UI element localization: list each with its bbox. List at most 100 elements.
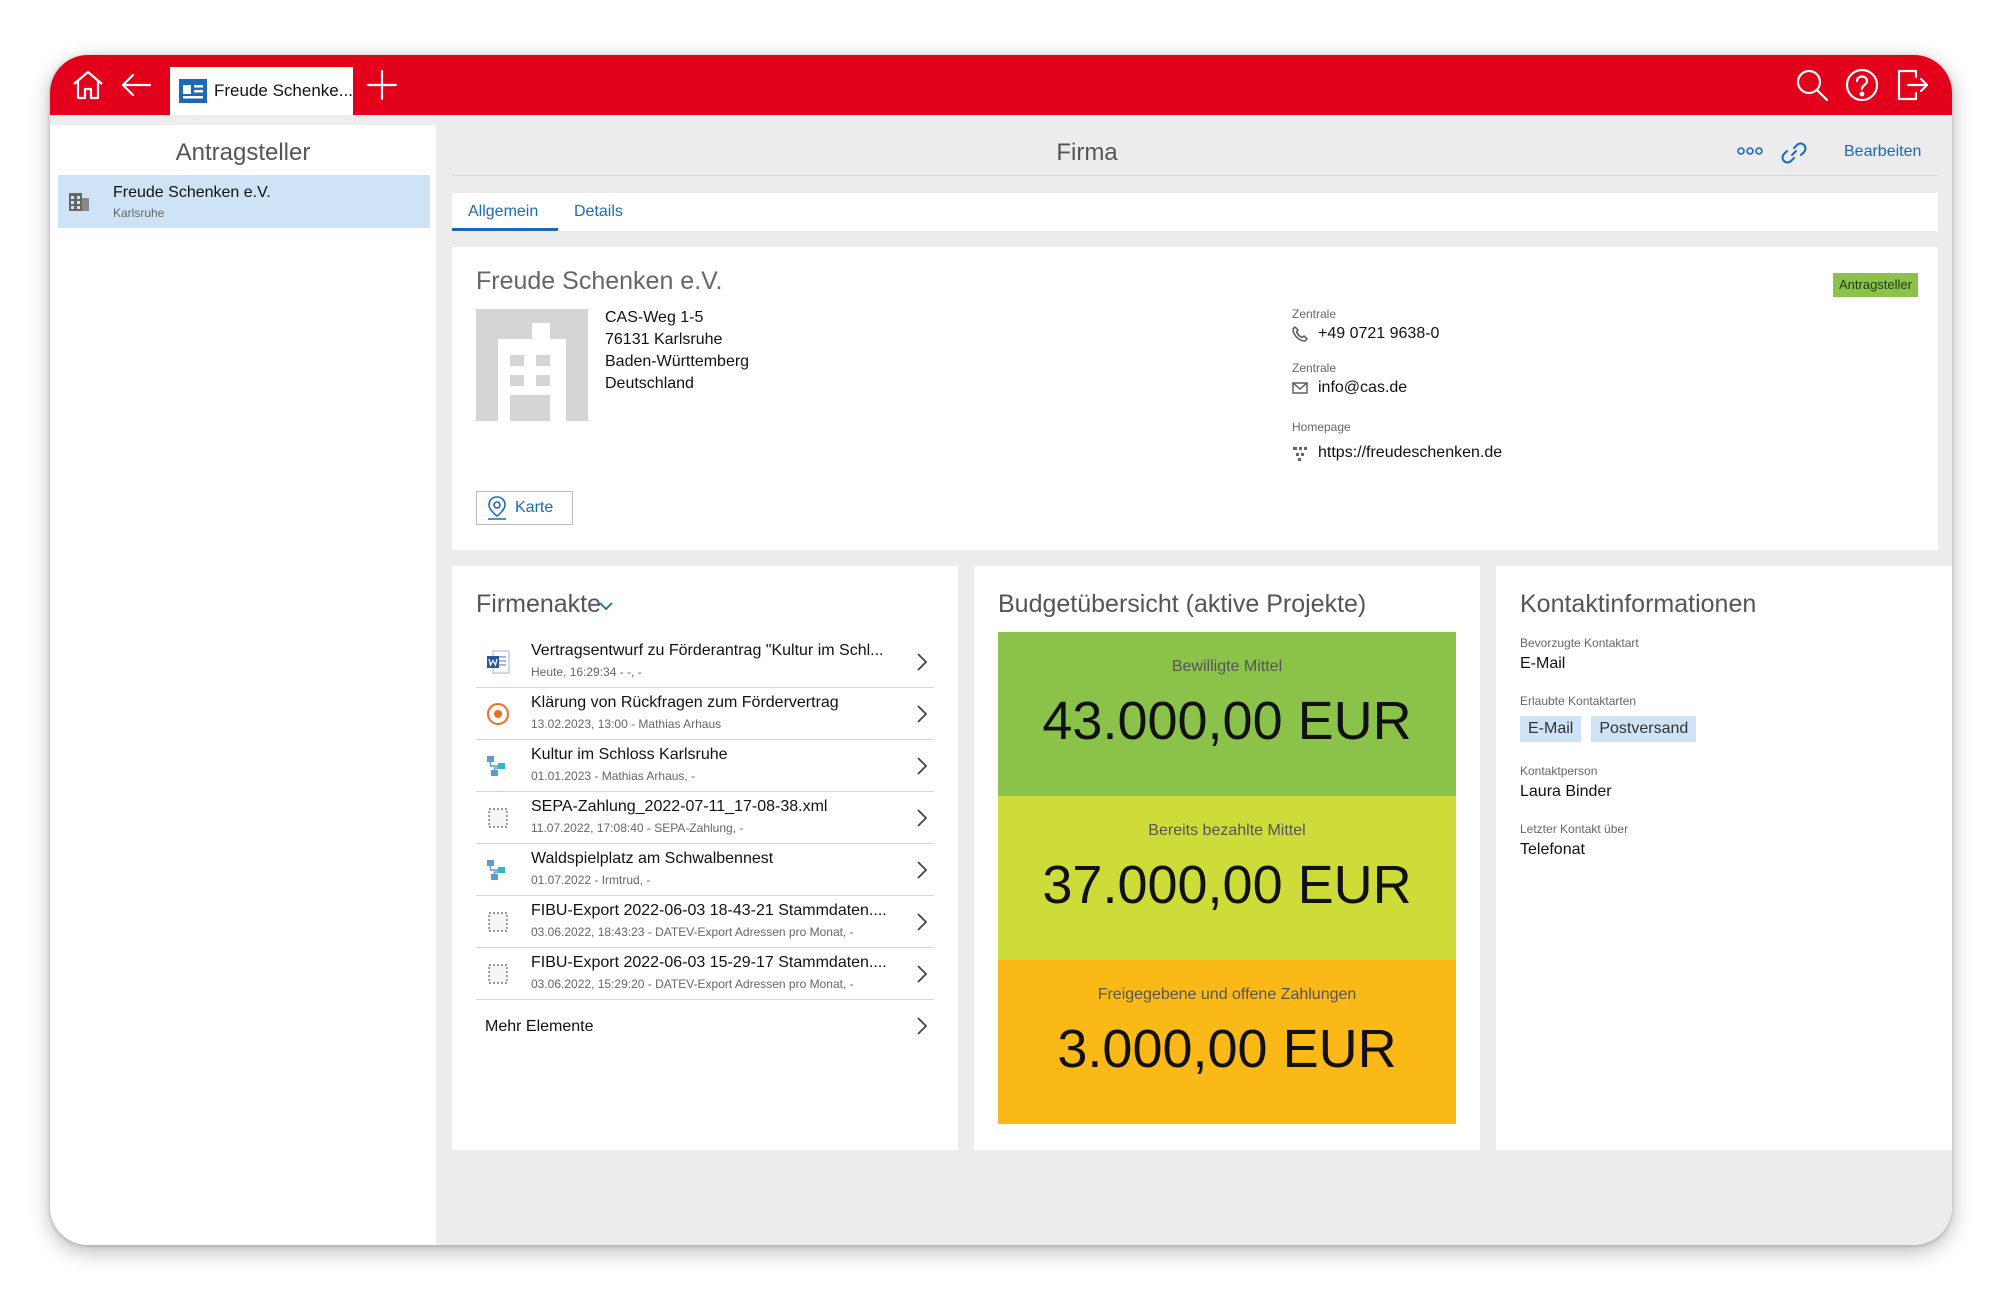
appointment-icon — [487, 703, 509, 725]
more-elements-label: Mehr Elemente — [485, 1018, 594, 1035]
contact-person-label: Kontaktperson — [1520, 764, 1598, 778]
budget-paid-tile[interactable]: Bereits bezahlte Mittel 37.000,00 EUR — [998, 796, 1456, 960]
preferred-contact-value: E-Mail — [1520, 655, 1566, 672]
applicant-list-item[interactable]: Freude Schenken e.V. Karlsruhe — [58, 175, 430, 228]
homepage-value[interactable]: https://freudeschenken.de — [1292, 444, 1502, 462]
list-item-title: SEPA-Zahlung_2022-07-11_17-08-38.xml — [531, 798, 828, 815]
building-placeholder-icon — [498, 323, 566, 421]
contact-info-title: Kontaktinformationen — [1520, 590, 1757, 618]
list-item[interactable]: FIBU-Export 2022-06-03 15-29-17 Stammdat… — [476, 948, 934, 1000]
chevron-right-icon — [917, 913, 928, 931]
firmenakte-card: Firmenakte Vertragsentwurf zu Förderantr… — [452, 566, 958, 1150]
budget-open-value: 3.000,00 EUR — [1057, 1019, 1397, 1079]
logout-icon[interactable] — [1894, 67, 1930, 103]
chip-postversand: Postversand — [1591, 716, 1697, 742]
contact-card-icon — [179, 79, 207, 103]
homepage-info: Homepage https://freudeschenken.de — [1292, 420, 1502, 462]
back-arrow-icon[interactable] — [118, 67, 154, 103]
list-item-subtitle: 11.07.2022, 17:08:40 - SEPA-Zahlung, - — [531, 821, 744, 835]
email-value[interactable]: info@cas.de — [1292, 379, 1407, 397]
mail-icon — [1292, 382, 1308, 394]
list-item-subtitle: 03.06.2022, 18:43:23 - DATEV-Export Adre… — [531, 925, 854, 939]
phone-icon — [1292, 326, 1308, 342]
header-divider — [452, 175, 1938, 176]
budget-open-tile[interactable]: Freigegebene und offene Zahlungen 3.000,… — [998, 960, 1456, 1124]
list-item-title: FIBU-Export 2022-06-03 15-29-17 Stammdat… — [531, 954, 887, 971]
budget-paid-value: 37.000,00 EUR — [1042, 855, 1412, 915]
page-title: Firma — [1056, 139, 1118, 166]
budget-paid-label: Bereits bezahlte Mittel — [1148, 822, 1306, 839]
company-address: CAS-Weg 1-5 76131 Karlsruhe Baden-Württe… — [605, 307, 749, 395]
tab-bar: Allgemein Details — [452, 193, 1938, 231]
list-item-title: Kultur im Schloss Karlsruhe — [531, 746, 728, 763]
list-item[interactable]: FIBU-Export 2022-06-03 18-43-21 Stammdat… — [476, 896, 934, 948]
word-document-icon — [487, 650, 510, 674]
map-button-label: Karte — [515, 499, 554, 516]
building-icon — [69, 193, 89, 211]
edit-button[interactable]: Bearbeiten — [1844, 143, 1921, 161]
more-options-icon[interactable] — [1736, 145, 1764, 157]
budget-title: Budgetübersicht (aktive Projekte) — [998, 590, 1367, 618]
chevron-right-icon — [917, 705, 928, 723]
list-item[interactable]: Kultur im Schloss Karlsruhe 01.01.2023 -… — [476, 740, 934, 792]
link-icon[interactable] — [1780, 139, 1808, 167]
active-tab-indicator — [452, 228, 558, 231]
applicant-city: Karlsruhe — [113, 206, 165, 220]
firmenakte-title[interactable]: Firmenakte — [476, 590, 601, 619]
list-item[interactable]: Vertragsentwurf zu Förderantrag "Kultur … — [476, 636, 934, 688]
chevron-down-icon[interactable] — [598, 600, 614, 612]
company-name: Freude Schenken e.V. — [476, 267, 723, 295]
top-bar: Freude Schenke... — [50, 55, 1952, 115]
list-item-title: Vertragsentwurf zu Förderantrag "Kultur … — [531, 642, 884, 659]
project-icon — [487, 756, 505, 776]
list-item-title: Klärung von Rückfragen zum Fördervertrag — [531, 694, 839, 711]
document-list: Vertragsentwurf zu Förderantrag "Kultur … — [476, 636, 934, 1054]
company-logo-placeholder — [476, 309, 588, 421]
more-elements-button[interactable]: Mehr Elemente — [476, 1000, 934, 1054]
phone-value[interactable]: +49 0721 9638-0 — [1292, 325, 1439, 343]
chip-email: E-Mail — [1520, 716, 1582, 742]
budget-approved-tile[interactable]: Bewilligte Mittel 43.000,00 EUR — [998, 632, 1456, 796]
tab-allgemein[interactable]: Allgemein — [468, 203, 538, 221]
allowed-contacts-label: Erlaubte Kontaktarten — [1520, 694, 1637, 708]
help-icon[interactable] — [1844, 67, 1880, 103]
map-pin-icon — [488, 496, 506, 520]
add-tab-icon[interactable] — [364, 67, 400, 103]
applicant-panel-title: Antragsteller — [175, 139, 311, 166]
list-item[interactable]: Waldspielplatz am Schwalbennest 01.07.20… — [476, 844, 934, 896]
list-item[interactable]: SEPA-Zahlung_2022-07-11_17-08-38.xml 11.… — [476, 792, 934, 844]
budget-approved-value: 43.000,00 EUR — [1042, 691, 1412, 751]
file-icon — [488, 912, 508, 932]
file-icon — [488, 964, 508, 984]
map-button[interactable]: Karte — [476, 491, 573, 525]
email-info: Zentrale info@cas.de — [1292, 361, 1407, 397]
home-icon[interactable] — [70, 67, 106, 103]
search-icon[interactable] — [1794, 67, 1830, 103]
email-label: Zentrale — [1292, 361, 1337, 375]
phone-number: +49 0721 9638-0 — [1318, 325, 1440, 342]
chevron-right-icon — [917, 861, 928, 879]
chevron-right-icon — [917, 809, 928, 827]
list-item-subtitle: 01.01.2023 - Mathias Arhaus, - — [531, 769, 696, 783]
email-address: info@cas.de — [1318, 379, 1408, 396]
chevron-right-icon — [917, 1017, 928, 1035]
budget-approved-label: Bewilligte Mittel — [1171, 658, 1283, 675]
list-item-subtitle: 13.02.2023, 13:00 - Mathias Arhaus — [531, 717, 722, 731]
role-badge: Antragsteller — [1833, 273, 1918, 297]
tab-details[interactable]: Details — [574, 203, 623, 221]
address-country: Deutschland — [605, 375, 694, 392]
chevron-right-icon — [917, 757, 928, 775]
project-icon — [487, 860, 505, 880]
contact-person-value[interactable]: Laura Binder — [1520, 783, 1612, 801]
chevron-right-icon — [917, 965, 928, 983]
list-item-subtitle: 03.06.2022, 15:29:20 - DATEV-Export Adre… — [531, 977, 854, 991]
web-icon — [1293, 447, 1307, 461]
list-item-subtitle: Heute, 16:29:34 - -, - — [531, 665, 642, 679]
list-item[interactable]: Klärung von Rückfragen zum Fördervertrag… — [476, 688, 934, 740]
app-window: Freude Schenke... Antragsteller Freude S… — [50, 55, 1952, 1245]
open-tab-company[interactable]: Freude Schenke... — [170, 67, 353, 115]
applicant-panel: Antragsteller Freude Schenken e.V. Karls… — [50, 125, 436, 1245]
phone-label: Zentrale — [1292, 307, 1337, 321]
homepage-label: Homepage — [1292, 420, 1351, 434]
allowed-contacts-list: E-Mail Postversand — [1520, 716, 1697, 742]
